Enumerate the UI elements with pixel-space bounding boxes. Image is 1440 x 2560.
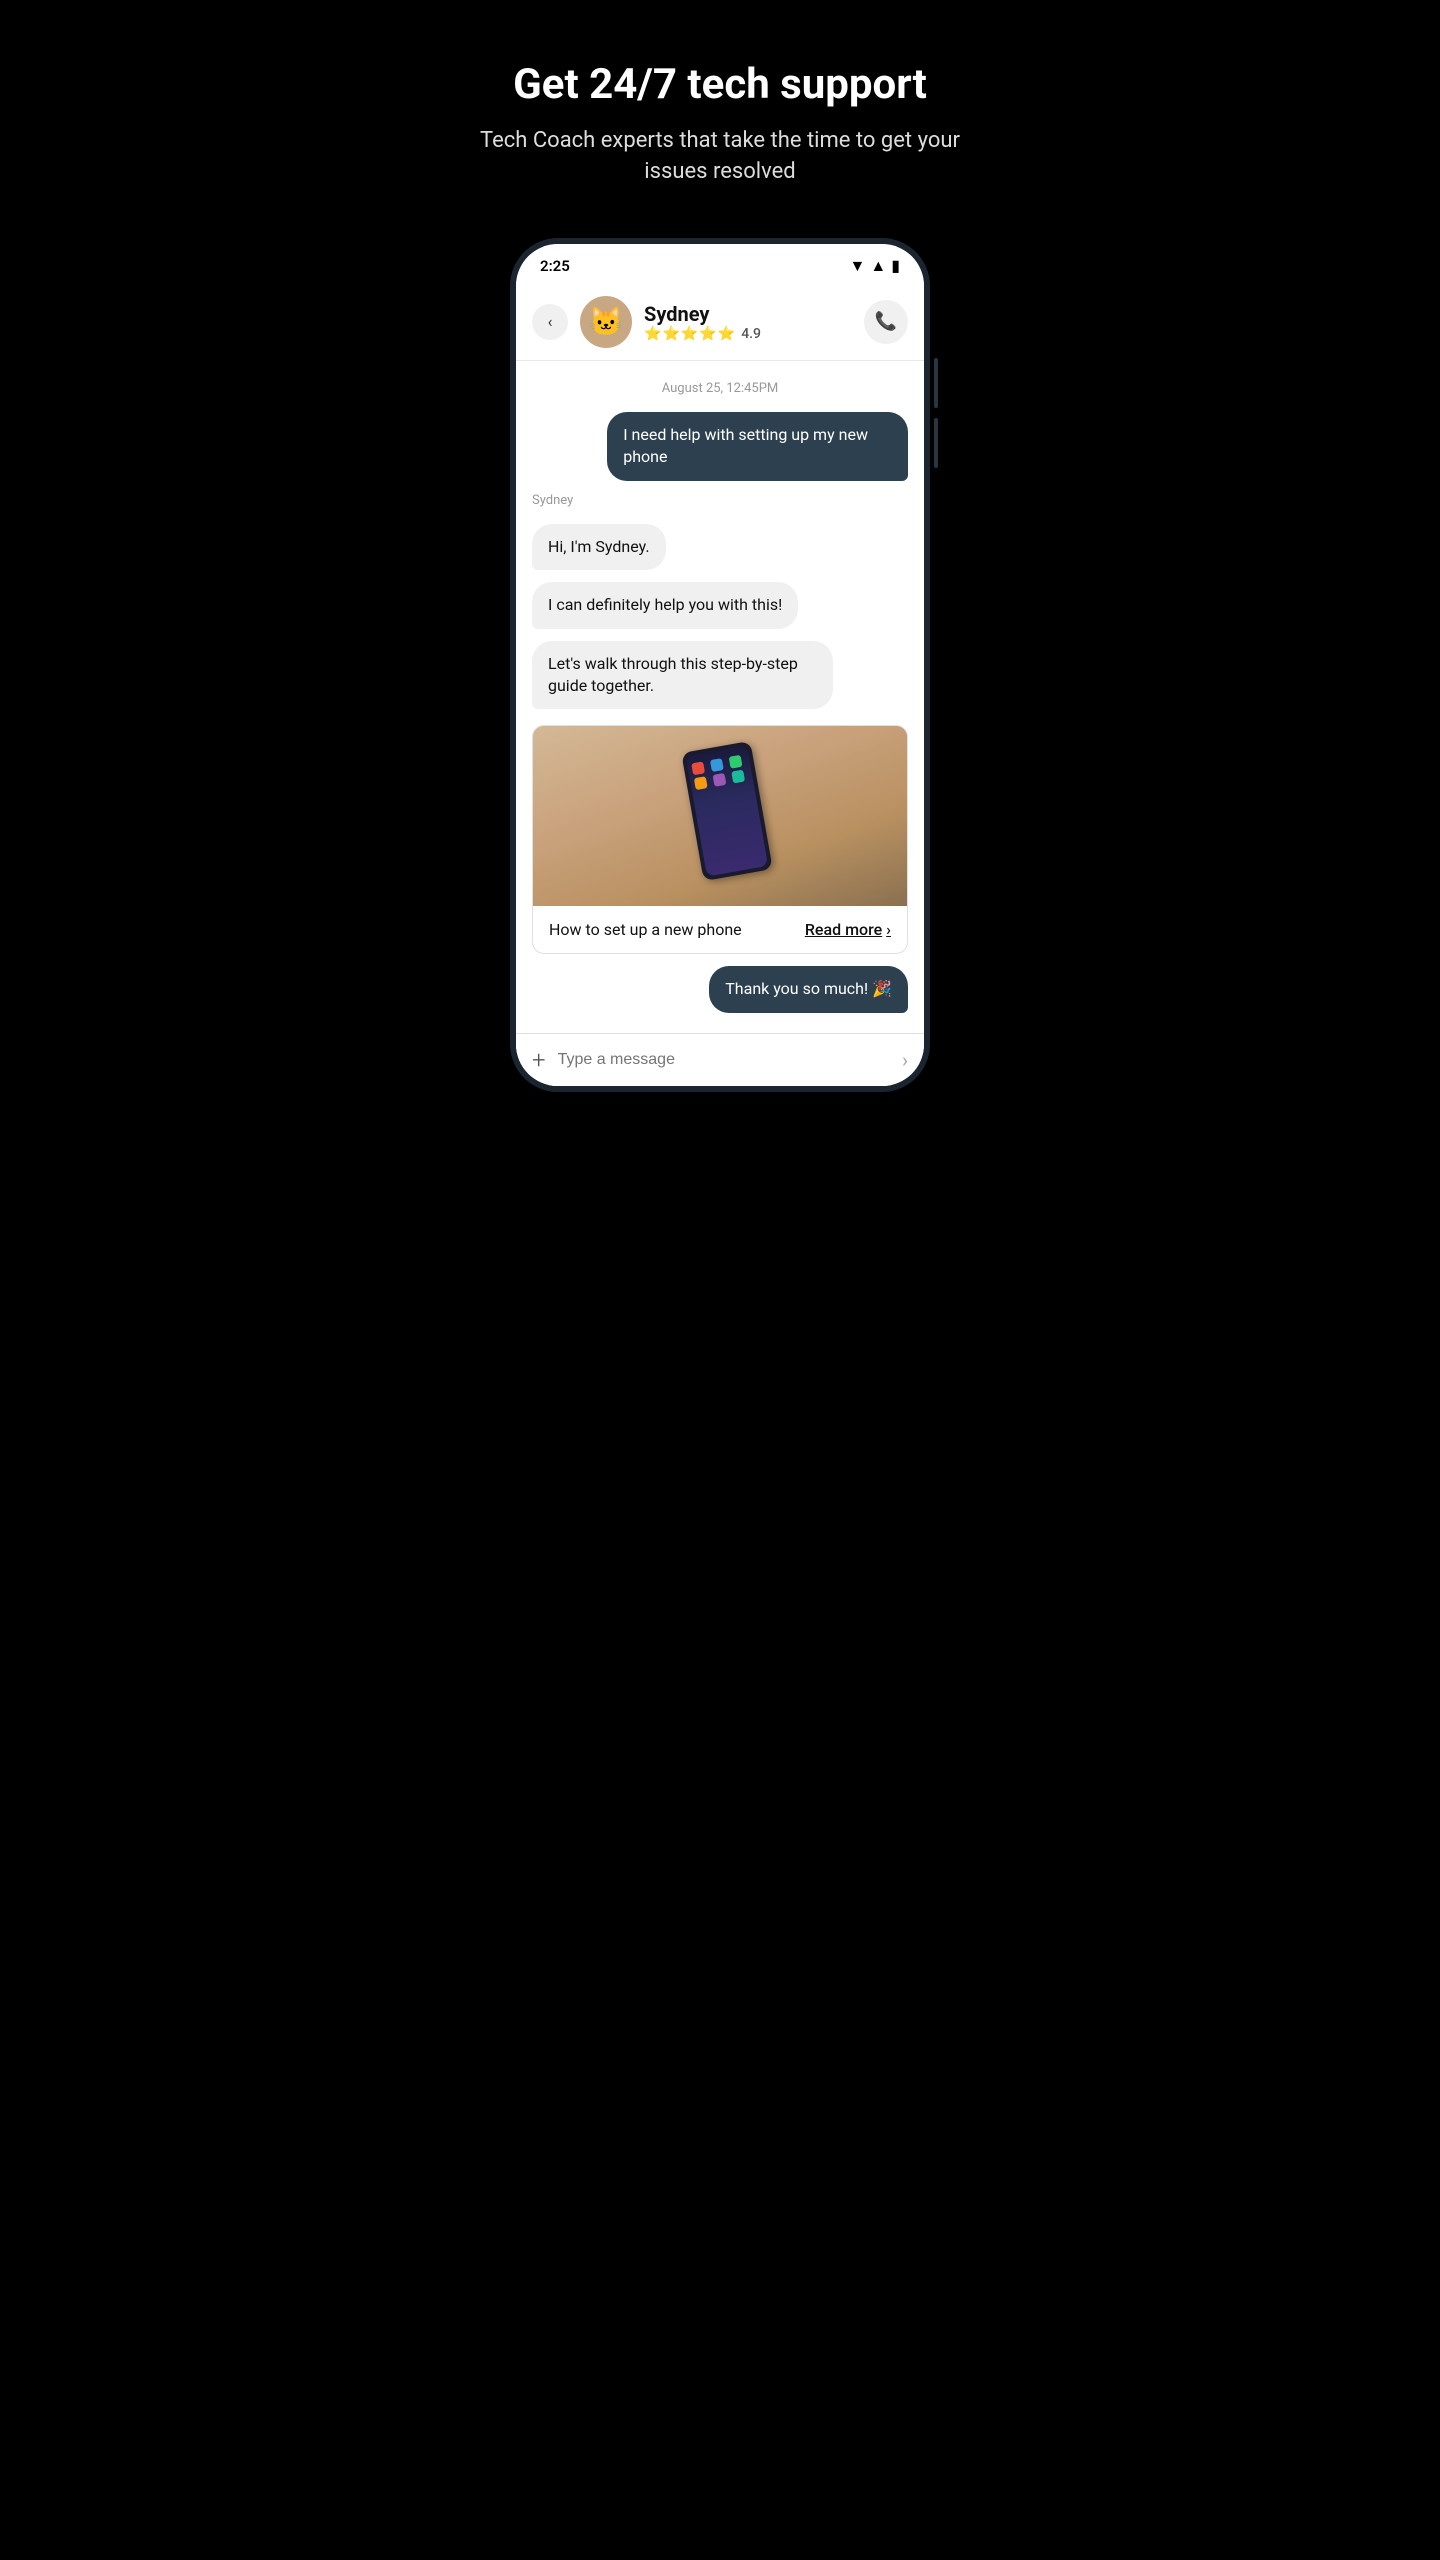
battery-icon: ▮ — [891, 256, 900, 275]
agent-avatar: 🐱 — [580, 296, 632, 348]
card-title: How to set up a new phone — [549, 920, 742, 939]
wifi-icon: ▼ — [850, 256, 866, 276]
signal-icon: ▲ — [870, 256, 886, 276]
app-dot-3 — [729, 755, 743, 769]
chat-timestamp: August 25, 12:45PM — [532, 381, 908, 396]
message-incoming-2: I can definitely help you with this! — [532, 582, 798, 628]
message-outgoing-2: Thank you so much! 🎉 — [709, 966, 908, 1012]
agent-info: 🐱 Sydney ⭐ ⭐ ⭐ ⭐ ⭐ — [580, 296, 761, 348]
read-more-link[interactable]: Read more › — [805, 920, 891, 939]
send-button[interactable]: › — [902, 1048, 908, 1072]
phone-frame: 2:25 ▼ ▲ ▮ ‹ 🐱 Sydney — [510, 238, 930, 1092]
hero-subtitle: Tech Coach experts that take the time to… — [470, 126, 970, 188]
agent-name: Sydney — [644, 302, 761, 326]
message-incoming-1: Hi, I'm Sydney. — [532, 524, 666, 570]
message-outgoing-1: I need help with setting up my new phone — [607, 412, 908, 481]
read-more-arrow: › — [886, 920, 891, 939]
card-image — [533, 726, 907, 906]
hero-title: Get 24/7 tech support — [513, 60, 927, 110]
input-area: + › — [516, 1033, 924, 1086]
star-2: ⭐ — [662, 326, 679, 342]
app-dot-5 — [713, 773, 727, 787]
page-wrapper: Get 24/7 tech support Tech Coach experts… — [450, 0, 990, 1152]
app-dot-4 — [694, 777, 708, 791]
message-incoming-3: Let's walk through this step-by-step gui… — [532, 641, 833, 710]
status-icons: ▼ ▲ ▮ — [850, 256, 901, 276]
phone-inner: 2:25 ▼ ▲ ▮ ‹ 🐱 Sydney — [516, 244, 924, 1086]
messages-area: August 25, 12:45PM I need help with sett… — [516, 361, 924, 1033]
rating-value: 4.9 — [741, 326, 761, 342]
star-4: ⭐ — [699, 326, 716, 342]
app-dot-2 — [710, 758, 724, 772]
back-button[interactable]: ‹ — [532, 304, 568, 340]
sender-label: Sydney — [532, 493, 573, 508]
read-more-text: Read more — [805, 920, 882, 939]
app-dot-6 — [731, 770, 745, 784]
status-bar: 2:25 ▼ ▲ ▮ — [516, 244, 924, 284]
card-footer: How to set up a new phone Read more › — [533, 906, 907, 953]
star-1: ⭐ — [644, 326, 661, 342]
stars: ⭐ ⭐ ⭐ ⭐ ⭐ — [644, 326, 735, 342]
content-card: How to set up a new phone Read more › — [532, 725, 908, 954]
chat-header: ‹ 🐱 Sydney ⭐ ⭐ ⭐ ⭐ — [516, 284, 924, 361]
star-half: ⭐ — [718, 326, 735, 342]
app-dot-1 — [691, 762, 705, 776]
call-button[interactable]: 📞 — [864, 300, 908, 344]
add-attachment-button[interactable]: + — [532, 1046, 546, 1074]
status-time: 2:25 — [540, 257, 570, 275]
agent-rating: ⭐ ⭐ ⭐ ⭐ ⭐ 4.9 — [644, 326, 761, 342]
message-input[interactable] — [558, 1051, 890, 1069]
chat-container: ‹ 🐱 Sydney ⭐ ⭐ ⭐ ⭐ — [516, 284, 924, 1086]
header-left: ‹ 🐱 Sydney ⭐ ⭐ ⭐ ⭐ — [532, 296, 761, 348]
star-3: ⭐ — [681, 326, 698, 342]
agent-details: Sydney ⭐ ⭐ ⭐ ⭐ ⭐ 4.9 — [644, 302, 761, 342]
